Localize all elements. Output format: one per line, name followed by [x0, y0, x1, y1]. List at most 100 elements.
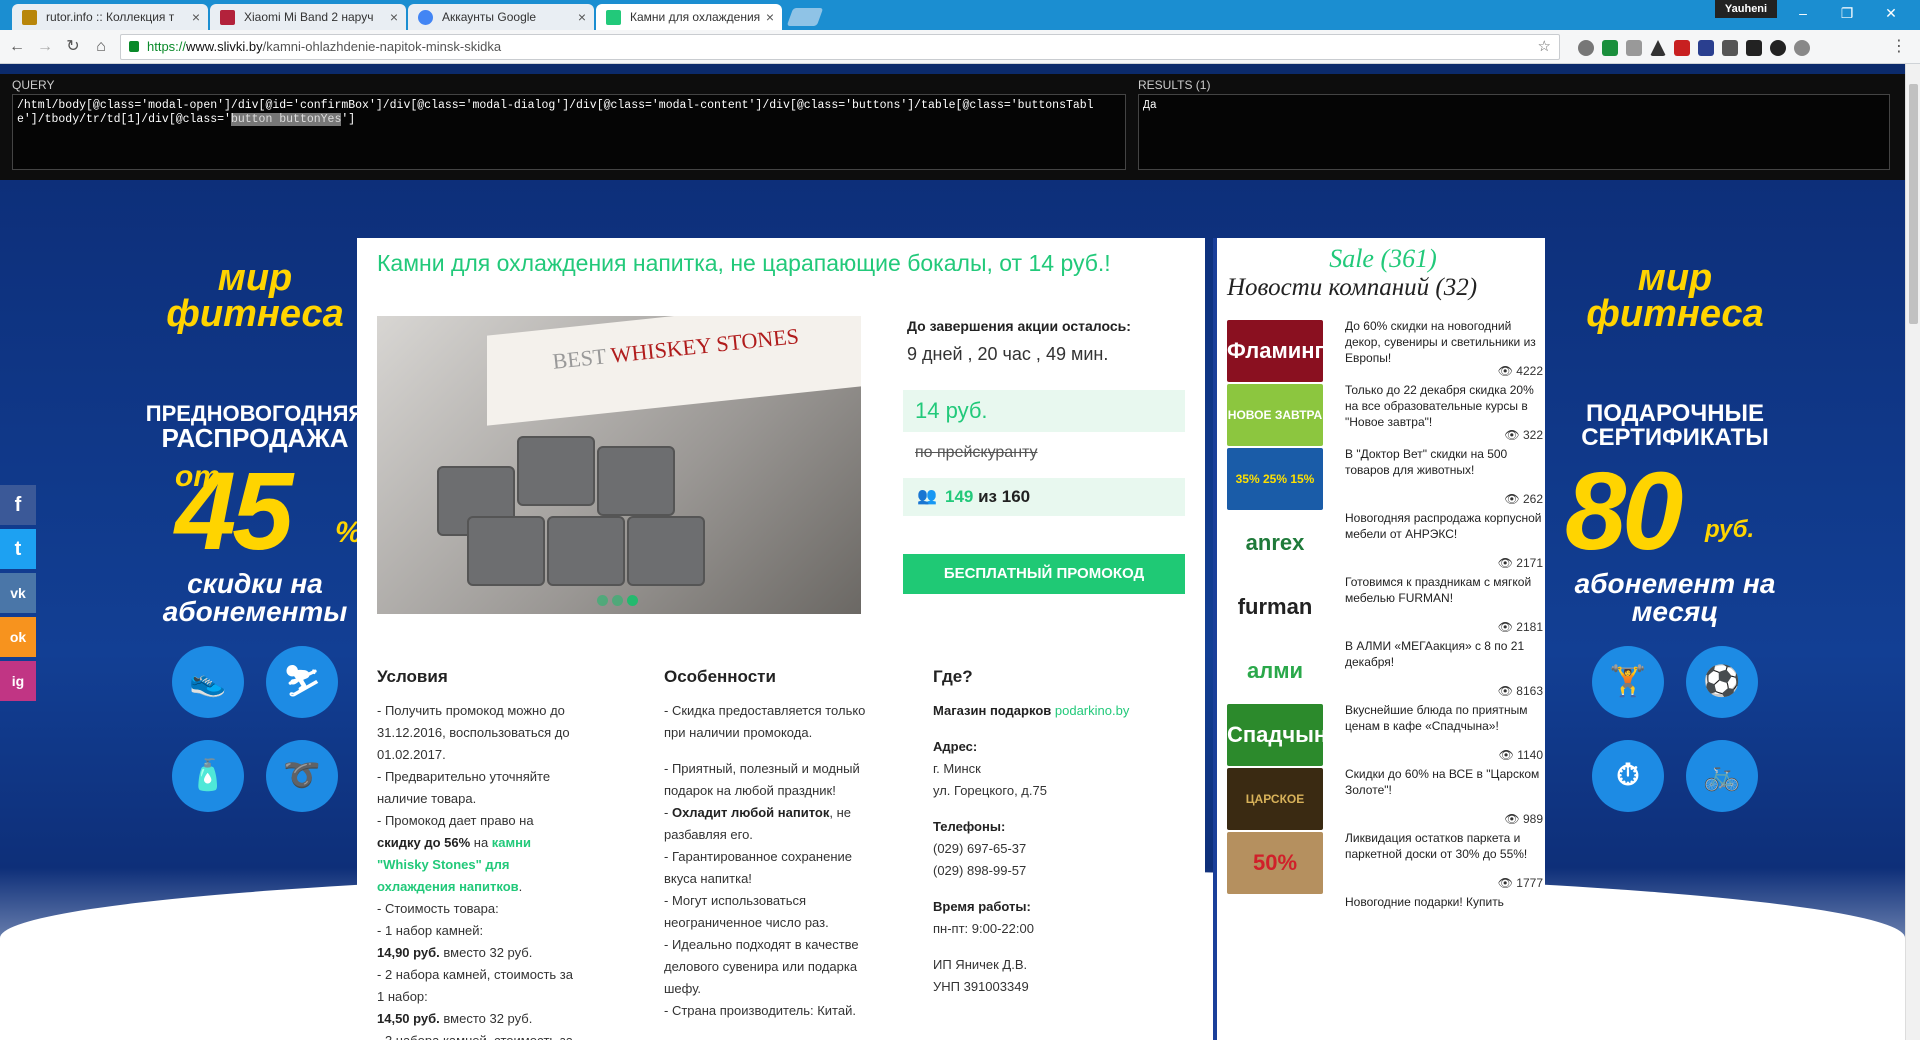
- news-thumbnail[interactable]: [1227, 896, 1323, 958]
- extension-icon[interactable]: [1650, 40, 1666, 56]
- news-thumbnail[interactable]: furman: [1227, 576, 1323, 638]
- address-line: ул. Горецкого, д.75: [933, 783, 1047, 798]
- banner-logo: мир фитнеса: [1586, 257, 1764, 335]
- profile-button[interactable]: Yauheni: [1715, 0, 1777, 18]
- scrollbar-thumb[interactable]: [1909, 84, 1918, 324]
- new-tab-button[interactable]: [786, 8, 824, 26]
- extension-icon[interactable]: [1698, 40, 1714, 56]
- left-ad-banner[interactable]: мир фитнеса ПРЕДНОВОГОДНЯЯ РАСПРОДАЖА от…: [135, 259, 375, 812]
- back-arrow-icon[interactable]: ←: [6, 36, 28, 58]
- maximize-button[interactable]: ❐: [1826, 0, 1868, 26]
- query-text: /html/body[@class='modal-open']/div[@id=…: [17, 99, 1094, 126]
- banner-line2: РАСПРОДАЖА: [161, 423, 349, 453]
- treadmill-icon: ⛷: [266, 646, 338, 718]
- tab-kamni[interactable]: Камни для охлаждения ×: [596, 4, 782, 30]
- news-thumbnail[interactable]: 35% 25% 15%: [1227, 448, 1323, 510]
- news-thumbnail[interactable]: Фламинго: [1227, 320, 1323, 382]
- extension-icon[interactable]: [1674, 40, 1690, 56]
- extension-icon[interactable]: [1794, 40, 1810, 56]
- news-item[interactable]: Новогодние подарки! Купить: [1227, 894, 1545, 960]
- news-item[interactable]: anrex Новогодняя распродажа корпусной меб…: [1227, 510, 1545, 576]
- news-thumbnail[interactable]: anrex: [1227, 512, 1323, 574]
- reload-icon[interactable]: ↻: [62, 36, 84, 58]
- news-thumbnail[interactable]: Спадчына: [1227, 704, 1323, 766]
- extension-icon[interactable]: [1770, 40, 1786, 56]
- instagram-icon[interactable]: ig: [0, 661, 36, 701]
- news-text[interactable]: Только до 22 декабря скидка 20% на все о…: [1345, 382, 1545, 430]
- news-item[interactable]: Спадчына Вкуснейшие блюда по приятным цен…: [1227, 702, 1545, 768]
- news-text[interactable]: В АЛМИ «МЕГАакция» с 8 по 21 декабря!: [1345, 638, 1545, 670]
- news-thumbnail[interactable]: 50%: [1227, 832, 1323, 894]
- views-count: 262: [1522, 492, 1543, 506]
- close-icon[interactable]: ×: [192, 4, 200, 30]
- banner-line1: ПОДАРОЧНЫЕ: [1585, 400, 1765, 427]
- close-icon[interactable]: ×: [578, 4, 586, 30]
- timer-value: 9 дней , 20 час , 49 мин.: [907, 344, 1109, 364]
- tab-xiaomi[interactable]: Xiaomi Mi Band 2 наруч ×: [210, 4, 406, 30]
- news-title[interactable]: Новости компаний (32): [1227, 274, 1477, 302]
- home-icon[interactable]: ⌂: [90, 36, 112, 58]
- phone-number[interactable]: (029) 898-99-57: [933, 860, 1183, 882]
- hours-value: пн-пт: 9:00-22:00: [933, 921, 1034, 936]
- news-text[interactable]: Скидки до 60% на ВСЕ в "Царском Золоте"!: [1345, 766, 1545, 798]
- news-item[interactable]: ЦАРСКОЕ ЗОЛОТО Скидки до 60% на ВСЕ в "Ца…: [1227, 766, 1545, 832]
- news-thumbnail[interactable]: алми: [1227, 640, 1323, 702]
- news-thumbnail[interactable]: ЦАРСКОЕ ЗОЛОТО: [1227, 768, 1323, 830]
- extension-icon[interactable]: [1626, 40, 1642, 56]
- page-scrollbar[interactable]: [1905, 64, 1920, 1040]
- news-views: 👁 989: [1504, 812, 1543, 826]
- forward-arrow-icon[interactable]: →: [34, 36, 56, 58]
- extension-icon[interactable]: [1746, 40, 1762, 56]
- news-item[interactable]: furman Готовимся к праздникам с мягкой ме…: [1227, 574, 1545, 640]
- news-item[interactable]: 35% 25% 15% В "Доктор Вет" скидки на 500 …: [1227, 446, 1545, 512]
- free-promocode-button[interactable]: БЕСПЛАТНЫЙ ПРОМОКОД: [903, 554, 1185, 594]
- stone-shape: [517, 436, 595, 506]
- news-item[interactable]: Фламинго До 60% скидки на новогодний деко…: [1227, 318, 1545, 384]
- minimize-button[interactable]: –: [1782, 0, 1824, 26]
- sale-link[interactable]: Sale (361): [1217, 244, 1549, 274]
- results-output: Да: [1138, 94, 1890, 170]
- right-ad-banner[interactable]: мир фитнеса ПОДАРОЧНЫЕ СЕРТИФИКАТЫ 80 ру…: [1555, 257, 1795, 812]
- news-item[interactable]: 50% Ликвидация остатков паркета и паркетн…: [1227, 830, 1545, 896]
- extension-icon[interactable]: [1578, 40, 1594, 56]
- tab-google-accounts[interactable]: Аккаунты Google ×: [408, 4, 594, 30]
- carousel-dot[interactable]: [612, 595, 623, 606]
- bookmark-star-icon[interactable]: ☆: [1538, 35, 1551, 59]
- news-text[interactable]: Вкуснейшие блюда по приятным ценам в каф…: [1345, 702, 1545, 734]
- news-text[interactable]: Новогодние подарки! Купить: [1345, 894, 1545, 910]
- query-input[interactable]: /html/body[@class='modal-open']/div[@id=…: [12, 94, 1126, 170]
- news-text[interactable]: Новогодняя распродажа корпусной мебели о…: [1345, 510, 1545, 542]
- address-bar[interactable]: https://www.slivki.by/kamni-ohlazhdenie-…: [120, 34, 1560, 60]
- offer-card: Камни для охлаждения напитка, не царапаю…: [357, 238, 1205, 1040]
- stone-shape: [627, 516, 705, 586]
- news-text[interactable]: В "Доктор Вет" скидки на 500 товаров для…: [1345, 446, 1545, 478]
- stopwatch-icon: ⏱: [1592, 740, 1664, 812]
- banner-sub: абонемент на месяц: [1574, 568, 1776, 627]
- news-thumbnail[interactable]: НОВОЕ ЗАВТРА: [1227, 384, 1323, 446]
- facebook-icon[interactable]: f: [0, 485, 36, 525]
- news-text[interactable]: Готовимся к праздникам с мягкой мебелью …: [1345, 574, 1545, 606]
- phone-number[interactable]: (029) 697-65-37: [933, 838, 1183, 860]
- product-photo[interactable]: BEST WHISKEY STONES: [377, 316, 861, 614]
- news-text[interactable]: Ликвидация остатков паркета и паркетной …: [1345, 830, 1545, 862]
- close-window-button[interactable]: ✕: [1870, 0, 1912, 26]
- extension-icon[interactable]: [1602, 40, 1618, 56]
- odnoklassniki-icon[interactable]: ok: [0, 617, 36, 657]
- close-icon[interactable]: ×: [766, 4, 774, 30]
- carousel-dot-active[interactable]: [627, 595, 638, 606]
- shop-link[interactable]: podarkino.by: [1055, 703, 1129, 718]
- discount-text: скидку до 56%: [377, 835, 471, 850]
- eye-icon: 👁: [1497, 364, 1517, 378]
- vk-icon[interactable]: vk: [0, 573, 36, 613]
- news-text[interactable]: До 60% скидки на новогодний декор, сувен…: [1345, 318, 1545, 366]
- news-item[interactable]: НОВОЕ ЗАВТРА Только до 22 декабря скидка …: [1227, 382, 1545, 448]
- close-icon[interactable]: ×: [390, 4, 398, 30]
- menu-icon[interactable]: ⋮: [1888, 36, 1910, 58]
- twitter-icon[interactable]: t: [0, 529, 36, 569]
- condition-line: - 3 набора камней, стоимость за 1: [377, 1030, 577, 1040]
- carousel-dot[interactable]: [597, 595, 608, 606]
- tab-rutor[interactable]: rutor.info :: Коллекция т ×: [12, 4, 208, 30]
- extension-icon[interactable]: [1722, 40, 1738, 56]
- news-item[interactable]: алми В АЛМИ «МЕГАакция» с 8 по 21 декабря…: [1227, 638, 1545, 704]
- dumbbell-icon: 🏋: [1592, 646, 1664, 718]
